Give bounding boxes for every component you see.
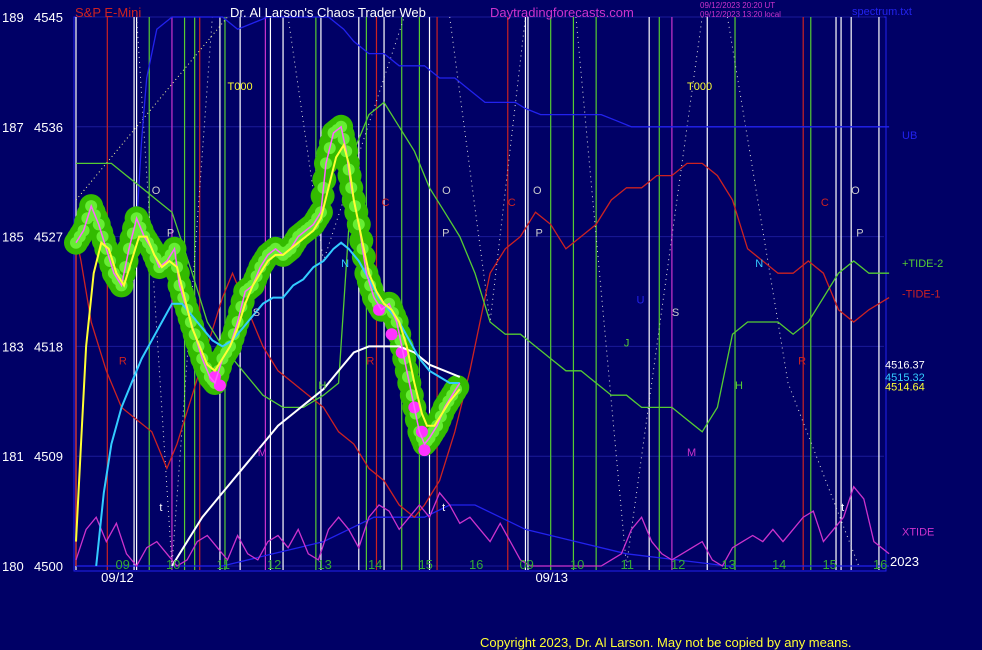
y-tick-label: 4518 bbox=[34, 339, 63, 354]
x-tick-label: 09 bbox=[519, 557, 533, 572]
chart-annotation: C bbox=[382, 197, 390, 209]
chart-annotation: N bbox=[341, 258, 349, 270]
chart-annotation: H bbox=[318, 380, 326, 392]
y-tick-index: 189 bbox=[2, 10, 24, 25]
site-link[interactable]: Daytradingforecasts.com bbox=[490, 5, 634, 20]
chart-annotation: P bbox=[442, 228, 449, 240]
chart-annotation: O bbox=[152, 185, 161, 197]
y-tick-index: 187 bbox=[2, 120, 24, 135]
chart-annotation: H bbox=[735, 380, 743, 392]
x-tick-label: 13 bbox=[317, 557, 331, 572]
x-tick-label: 12 bbox=[671, 557, 685, 572]
price-readout: 4516.37 bbox=[885, 360, 925, 372]
symbol-label: S&P E-Mini bbox=[75, 5, 141, 20]
x-tick-label: 10 bbox=[166, 557, 180, 572]
x-tick-label: 12 bbox=[267, 557, 281, 572]
chart-annotation: t bbox=[442, 502, 445, 514]
legend-entry: XTIDE bbox=[902, 527, 934, 539]
chart-annotation: C bbox=[508, 197, 516, 209]
x-tick-label: 15 bbox=[822, 557, 836, 572]
y-tick-label: 4509 bbox=[34, 449, 63, 464]
chart-annotation: R bbox=[366, 356, 374, 368]
chart-annotation: N bbox=[755, 258, 763, 270]
x-tick-label: 13 bbox=[721, 557, 735, 572]
x-tick-label: 11 bbox=[216, 557, 230, 572]
legend-entry: UB bbox=[902, 130, 917, 142]
data-file-label: spectrum.txt bbox=[852, 6, 912, 18]
chart-annotation: O bbox=[851, 185, 860, 197]
chart-annotation: O bbox=[533, 185, 542, 197]
plot-frame bbox=[73, 16, 887, 572]
x-tick-label: 16 bbox=[469, 557, 483, 572]
x-tick-label: 15 bbox=[418, 557, 432, 572]
y-tick-label: 4536 bbox=[34, 120, 63, 135]
x-year-label: 2023 bbox=[890, 554, 919, 569]
y-tick-label: 4527 bbox=[34, 230, 63, 245]
chart-annotation: P bbox=[167, 228, 174, 240]
chart-annotation: J bbox=[624, 337, 630, 349]
x-day-label: 09/13 bbox=[535, 570, 568, 585]
timestamp-local: 09/12/2023 13:20 local bbox=[700, 10, 781, 19]
chart-annotation: T000 bbox=[687, 81, 712, 93]
y-tick-index: 183 bbox=[2, 339, 24, 354]
chart-annotation: T000 bbox=[228, 81, 253, 93]
x-tick-label: 16 bbox=[873, 557, 887, 572]
chart-annotation: P bbox=[856, 228, 863, 240]
chart-annotation: M bbox=[258, 447, 267, 459]
x-tick-label: 14 bbox=[368, 557, 382, 572]
chart-title: Dr. Al Larson's Chaos Trader Web bbox=[230, 5, 426, 20]
chart-annotation: R bbox=[798, 356, 806, 368]
x-tick-label: 11 bbox=[620, 557, 634, 572]
x-tick-label: 10 bbox=[570, 557, 584, 572]
price-chart: 189 4545 187 4536 185 4527 183 4518 181 4509 180 45… bbox=[0, 0, 982, 650]
copyright-text: Copyright 2023, Dr. Al Larson. May not b… bbox=[480, 635, 851, 650]
chart-annotation: S bbox=[253, 307, 260, 319]
chart-annotation: t bbox=[159, 502, 162, 514]
x-tick-label: 14 bbox=[772, 557, 786, 572]
chart-annotation: P bbox=[536, 228, 543, 240]
x-day-label: 09/12 bbox=[101, 570, 134, 585]
chart-annotation: t bbox=[841, 502, 844, 514]
legend-entry: -TIDE-1 bbox=[902, 289, 941, 301]
chart-annotation: O bbox=[442, 185, 451, 197]
price-readout: 4514.64 bbox=[885, 382, 925, 394]
price-magenta-dot bbox=[385, 328, 398, 341]
timestamp-ut: 09/12/2023 20:20 UT bbox=[700, 1, 775, 10]
y-tick-index: 181 bbox=[2, 449, 24, 464]
y-tick-label: 4500 bbox=[34, 559, 63, 574]
price-magenta-dot bbox=[418, 444, 431, 457]
y-tick-label: 4545 bbox=[34, 10, 63, 25]
legend-entry: +TIDE-2 bbox=[902, 258, 943, 270]
y-tick-index: 185 bbox=[2, 230, 24, 245]
chart-annotation: M bbox=[687, 447, 696, 459]
chart-annotation: S bbox=[672, 307, 679, 319]
chart-annotation: C bbox=[821, 197, 829, 209]
y-tick-index: 180 bbox=[2, 559, 24, 574]
chart-annotation: U bbox=[637, 295, 645, 307]
chart-annotation: R bbox=[119, 356, 127, 368]
